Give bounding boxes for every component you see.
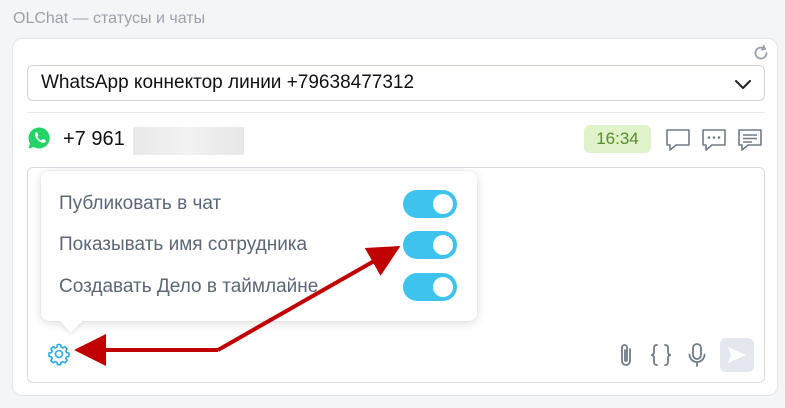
contact-row: +7 961 16:34 — [27, 123, 765, 157]
paperclip-icon[interactable] — [616, 341, 636, 369]
send-icon — [728, 347, 746, 363]
page-title: OLChat — статусы и чаты — [13, 10, 206, 27]
toggle-publish[interactable] — [403, 190, 457, 218]
chat-panel: WhatsApp коннектор линии +79638477312 +7… — [12, 38, 778, 396]
connector-select[interactable]: WhatsApp коннектор линии +79638477312 — [27, 65, 765, 101]
send-button[interactable] — [720, 338, 754, 372]
time-badge: 16:34 — [584, 125, 651, 153]
option-create-task-label: Создавать Дело в таймлайне — [59, 276, 319, 297]
microphone-icon[interactable] — [686, 341, 708, 369]
chat-dots-icon[interactable] — [700, 126, 728, 154]
option-publish-label: Публиковать в чат — [59, 193, 222, 214]
toggle-create-task[interactable] — [403, 273, 457, 301]
code-braces-icon[interactable] — [648, 341, 674, 369]
toggle-show-name[interactable] — [403, 231, 457, 259]
settings-popup: Публиковать в чат Показывать имя сотрудн… — [41, 171, 477, 321]
chevron-down-icon — [735, 80, 751, 89]
toggle-knob — [433, 277, 453, 297]
phone-redaction — [133, 127, 244, 155]
contact-phone: +7 961 — [63, 128, 125, 150]
refresh-icon[interactable] — [751, 43, 771, 63]
whatsapp-icon — [28, 127, 50, 149]
gear-icon[interactable] — [46, 341, 72, 367]
connector-select-value: WhatsApp коннектор линии +79638477312 — [41, 72, 415, 93]
chat-bubble-icon[interactable] — [664, 126, 692, 154]
divider — [27, 112, 765, 113]
toggle-knob — [433, 194, 453, 214]
toggle-knob — [433, 235, 453, 255]
chat-lines-icon[interactable] — [736, 126, 764, 154]
option-show-name-label: Показывать имя сотрудника — [59, 234, 308, 255]
